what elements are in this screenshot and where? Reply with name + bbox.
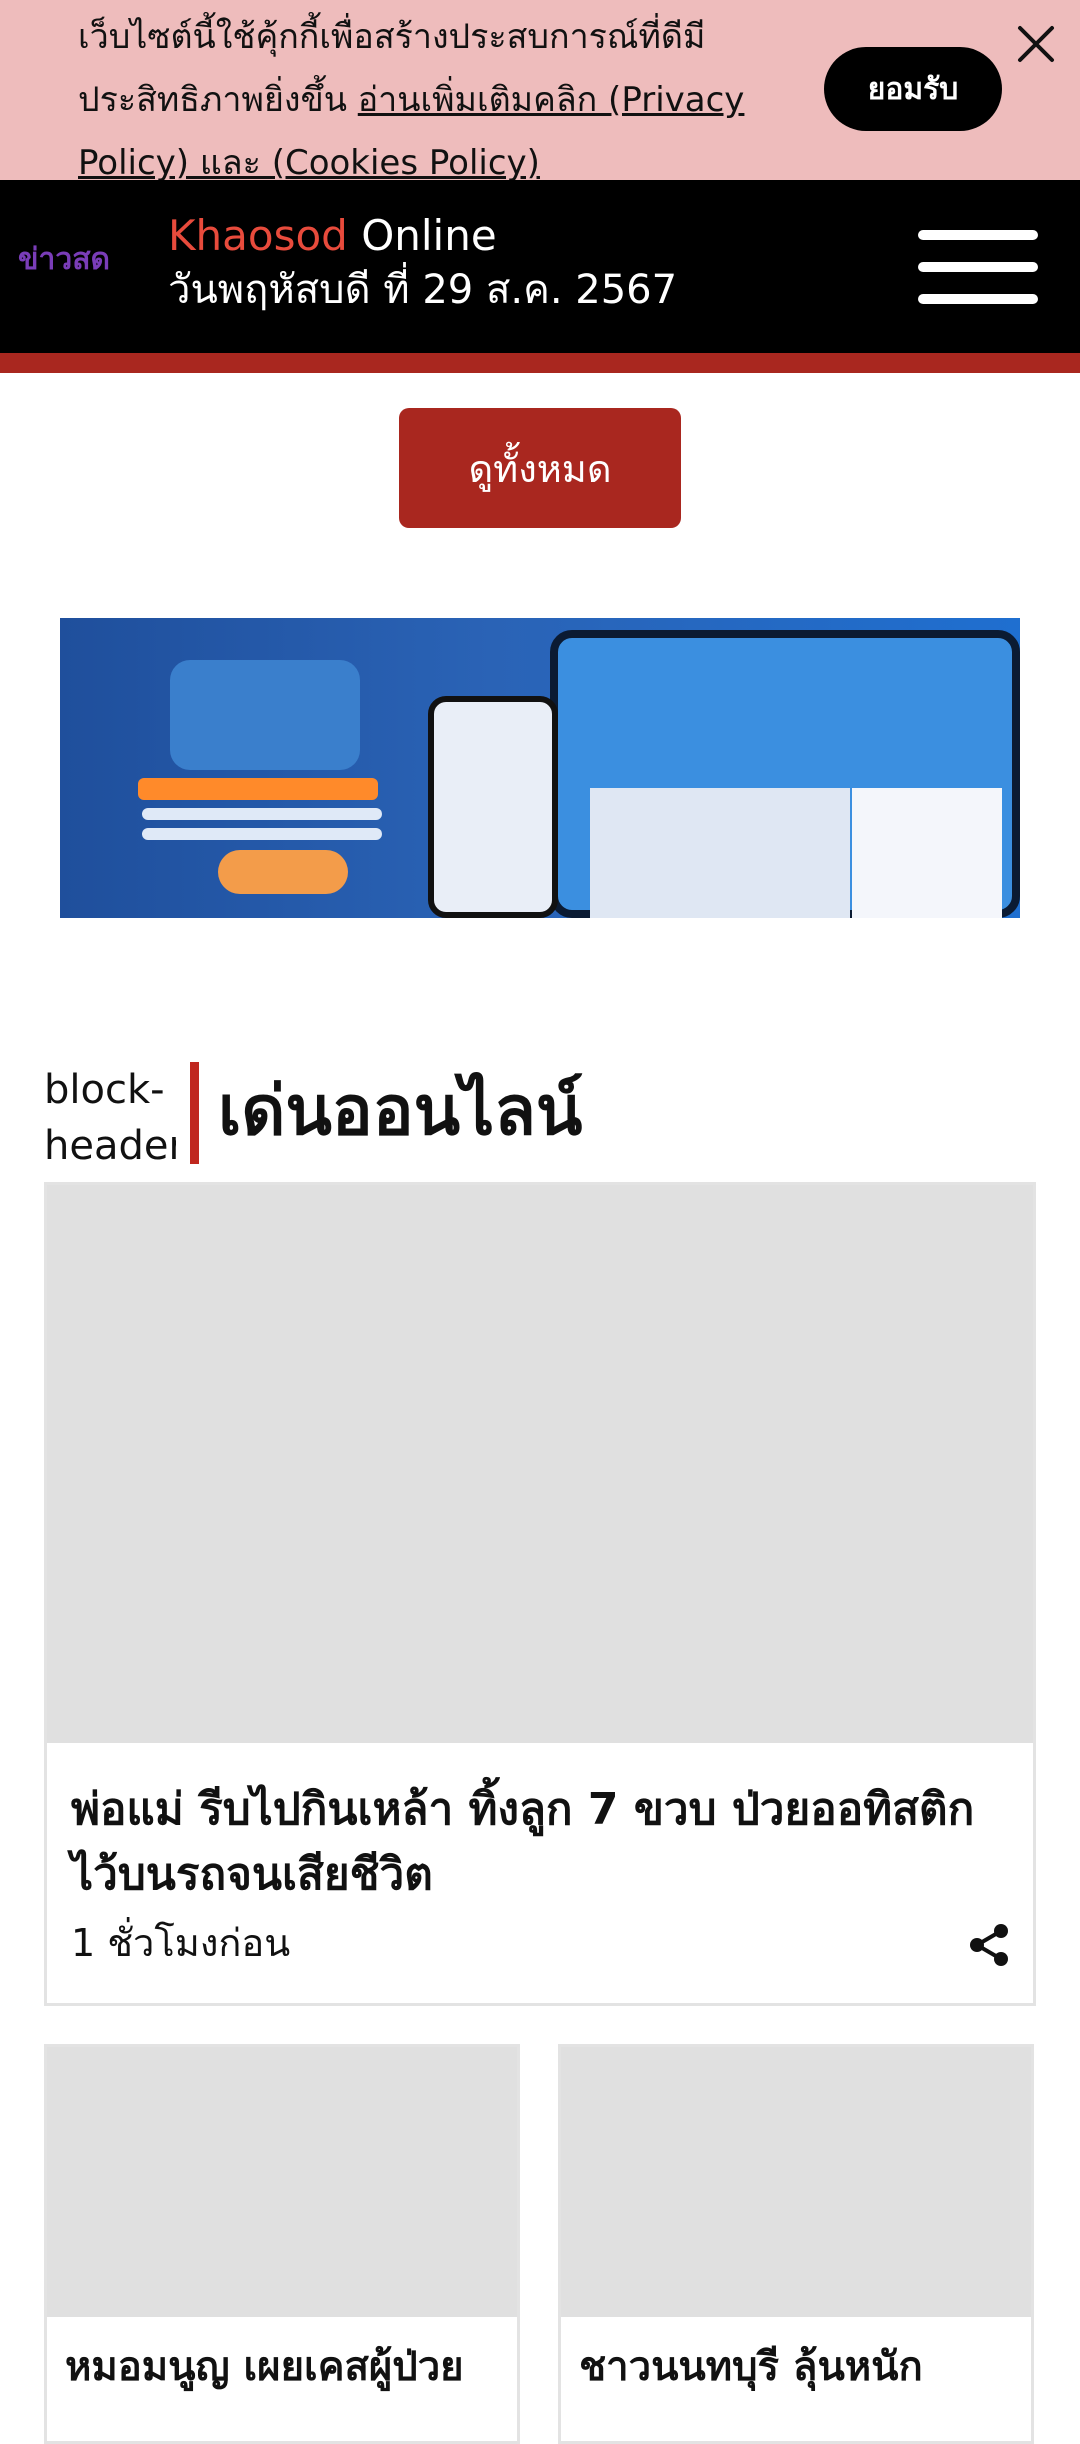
current-date: วันพฤหัสบดี ที่ 29 ส.ค. 2567 xyxy=(168,267,678,313)
hamburger-icon[interactable] xyxy=(918,228,1038,308)
featured-headline[interactable]: พ่อแม่ รีบไปกินเหล้า ทิ้งลูก 7 ขวบ ป่วยอ… xyxy=(71,1777,1011,1907)
section-title: เด่นออนไลน์ xyxy=(218,1072,583,1151)
share-icon[interactable] xyxy=(965,1921,1013,1969)
article-thumbnail[interactable] xyxy=(561,2047,1031,2317)
cookie-message-line1: เว็บไซต์นี้ใช้คุ้กกี้เพื่อสร้างประสบการณ… xyxy=(78,17,706,57)
featured-timestamp: 1 ชั่วโมงก่อน xyxy=(71,1921,291,1965)
cookie-message: เว็บไซต์นี้ใช้คุ้กกี้เพื่อสร้างประสบการณ… xyxy=(78,6,798,195)
site-logo[interactable]: ข่าวสด xyxy=(18,236,150,286)
featured-article-card[interactable]: พ่อแม่ รีบไปกินเหล้า ทิ้งลูก 7 ขวบ ป่วยอ… xyxy=(44,1182,1036,2006)
article-card[interactable]: ชาวนนทบุรี ลุ้นหนัก xyxy=(558,2044,1034,2444)
featured-thumbnail[interactable] xyxy=(47,1185,1033,1743)
article-card[interactable]: หมอมนูญ เผยเคสผู้ป่วย xyxy=(44,2044,520,2444)
header-divider xyxy=(0,353,1080,373)
article-headline[interactable]: หมอมนูญ เผยเคสผู้ป่วย xyxy=(65,2337,505,2397)
brand-name: Khaosod Online xyxy=(168,208,497,264)
close-icon[interactable] xyxy=(1012,20,1060,68)
cookie-banner: เว็บไซต์นี้ใช้คุ้กกี้เพื่อสร้างประสบการณ… xyxy=(0,0,1080,183)
view-all-button[interactable]: ดูทั้งหมด xyxy=(399,408,681,528)
section-accent-bar xyxy=(190,1062,199,1164)
article-headline[interactable]: ชาวนนทบุรี ลุ้นหนัก xyxy=(579,2337,1019,2397)
brand-name-red: Khaosod xyxy=(168,211,348,260)
article-thumbnail[interactable] xyxy=(47,2047,517,2317)
cookie-message-line2: ประสิทธิภาพยิ่งขึ้น xyxy=(78,80,358,120)
accept-cookies-button[interactable]: ยอมรับ xyxy=(824,47,1002,131)
brand-name-white: Online xyxy=(361,211,497,260)
promo-banner[interactable] xyxy=(60,618,1020,918)
